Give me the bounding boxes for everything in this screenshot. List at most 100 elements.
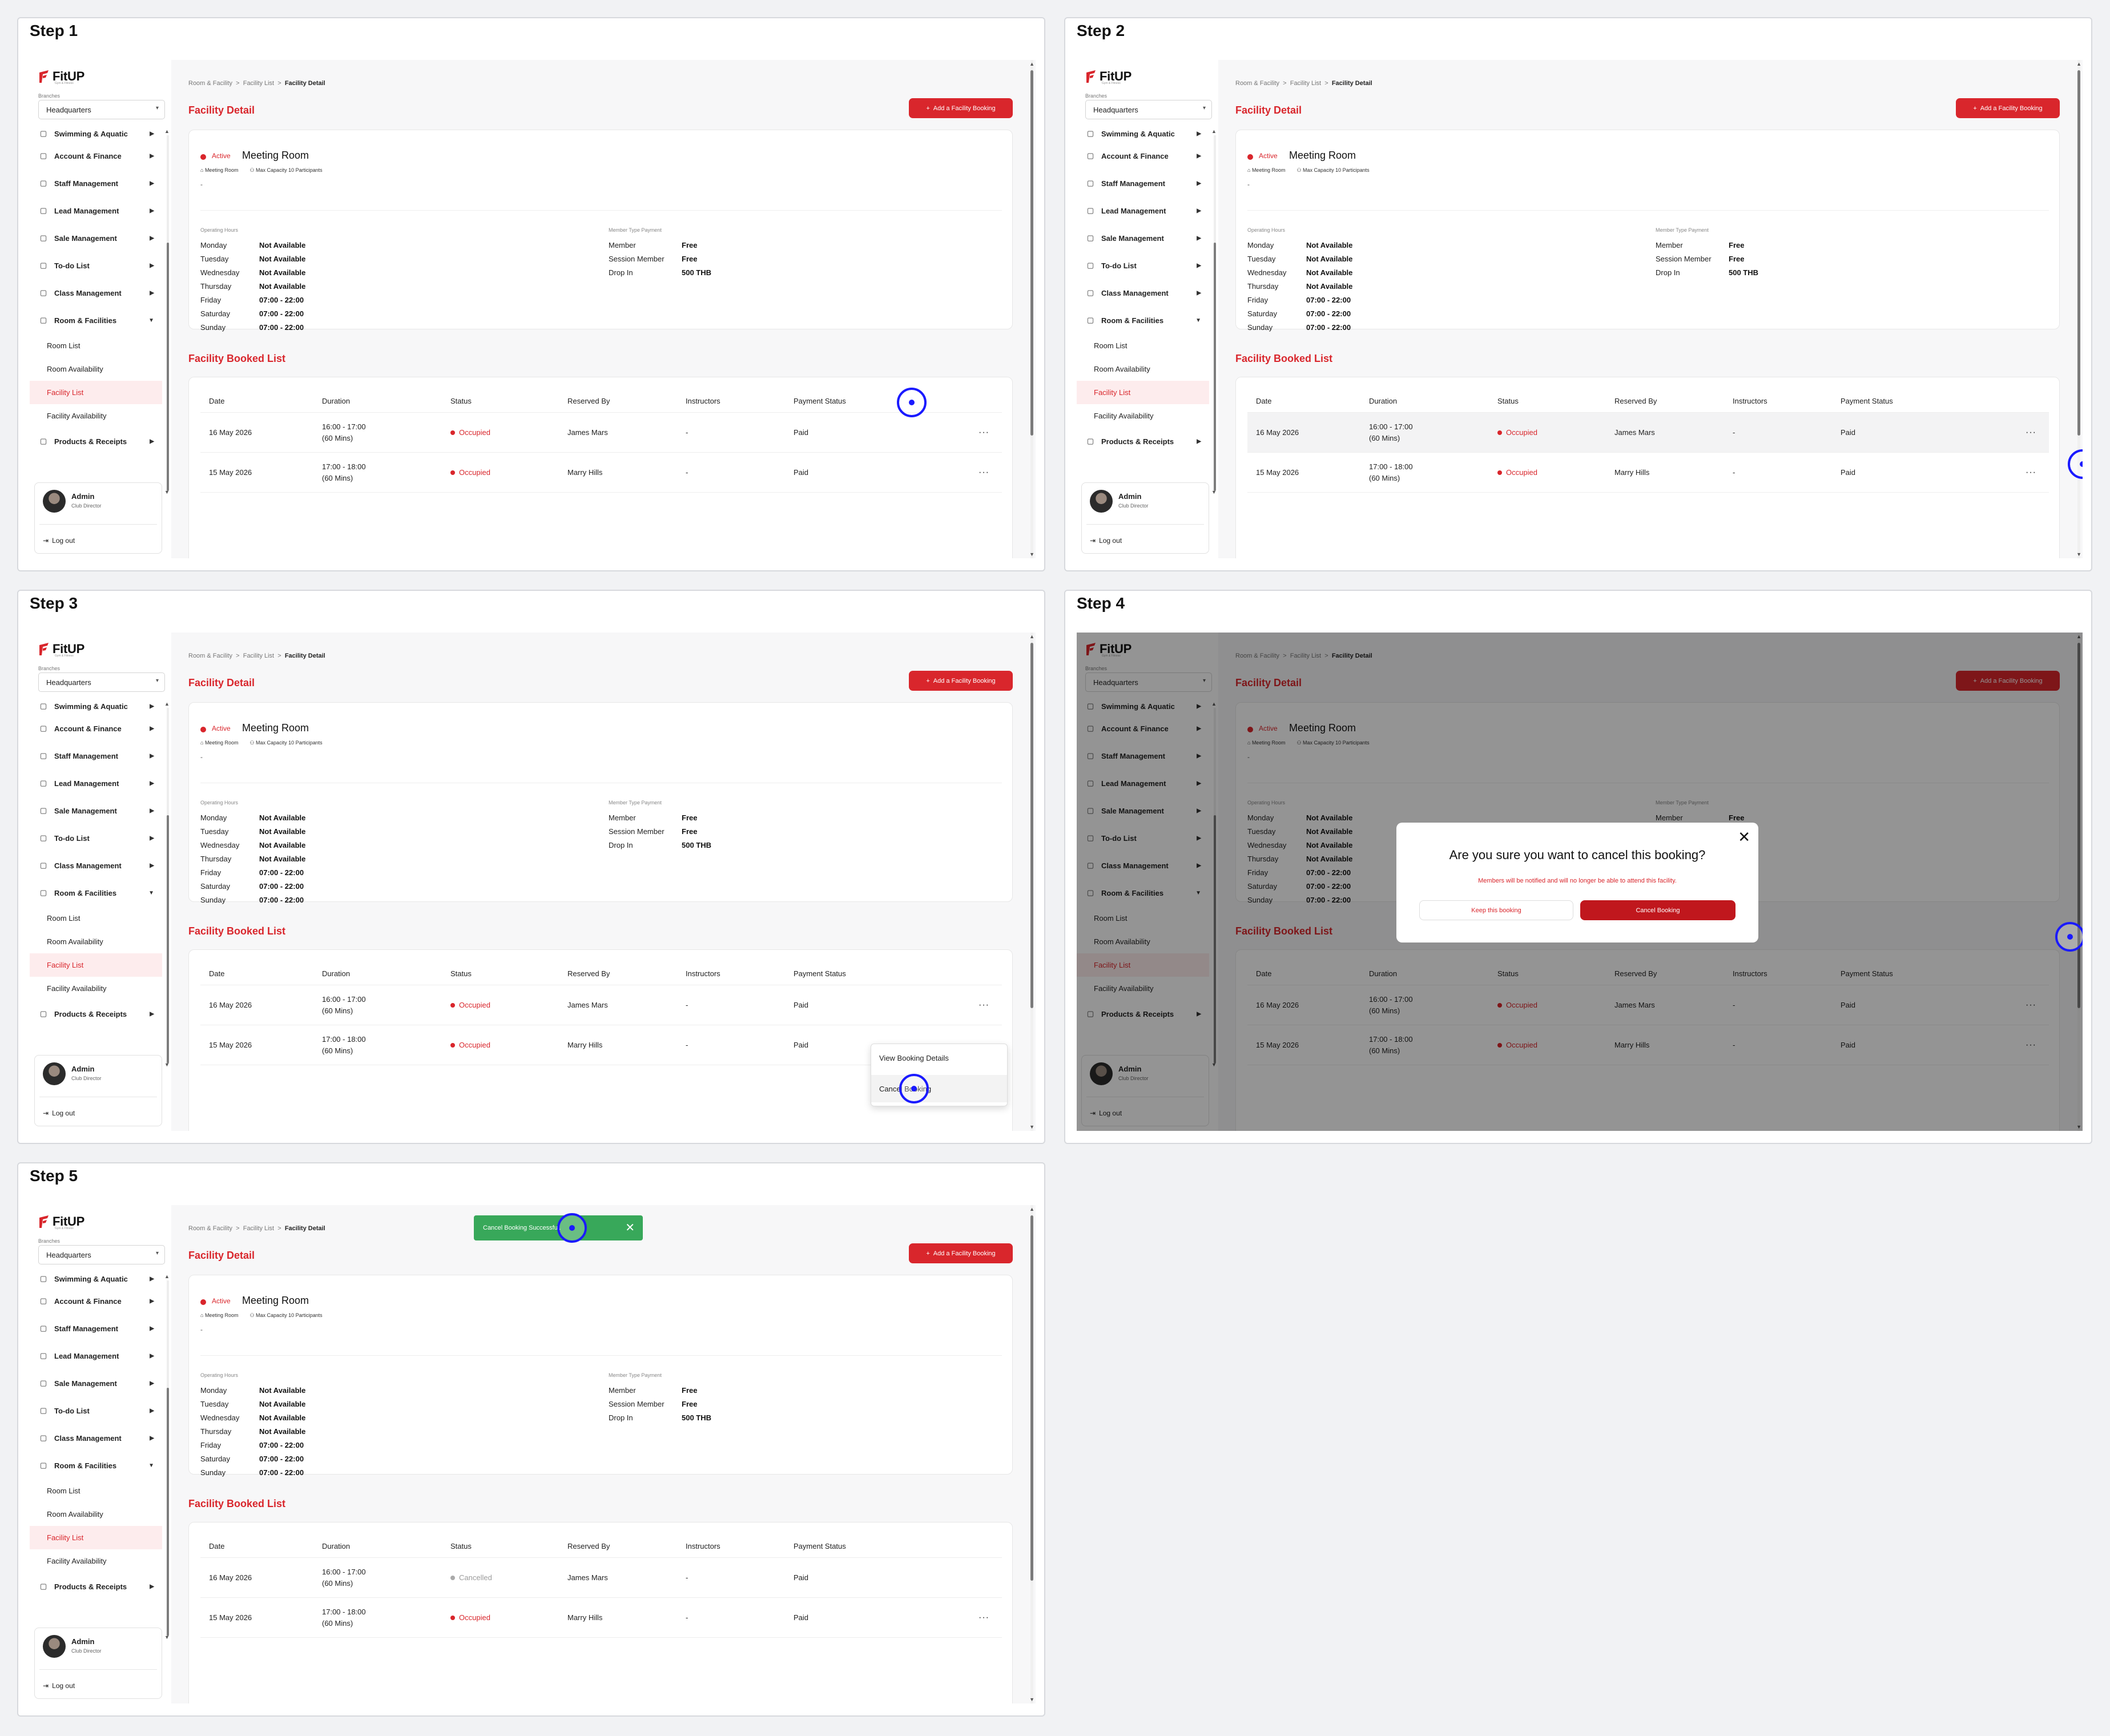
- branch-select[interactable]: Headquarters ▾: [38, 672, 165, 692]
- sidebar-item-class-management[interactable]: ▢ Class Management ▶: [30, 279, 162, 307]
- scroll-up-icon[interactable]: ▲: [1029, 61, 1034, 67]
- sidebar-item-class-management[interactable]: ▢ Class Management ▶: [30, 852, 162, 879]
- more-options-icon[interactable]: ···: [953, 468, 1002, 478]
- scroll-down-icon[interactable]: ▼: [1029, 1124, 1034, 1130]
- view-booking-details-option[interactable]: View Booking Details: [871, 1044, 1007, 1072]
- sidebar-subitem-facility-availability[interactable]: Facility Availability: [30, 977, 162, 1000]
- sidebar-scrollbar-thumb[interactable]: [1214, 243, 1216, 491]
- sidebar-subitem-facility-list[interactable]: Facility List: [30, 381, 162, 404]
- sidebar-subitem-facility-list[interactable]: Facility List: [30, 953, 162, 977]
- breadcrumb-room-facility[interactable]: Room & Facility: [188, 652, 232, 659]
- scroll-up-icon[interactable]: ▲: [1029, 634, 1034, 639]
- content-scrollbar-thumb[interactable]: [1030, 643, 1033, 1008]
- sidebar-item-to-do-list[interactable]: ▢ To-do List ▶: [1077, 252, 1209, 279]
- sidebar-subitem-room-availability[interactable]: Room Availability: [1077, 357, 1209, 381]
- breadcrumb-room-facility[interactable]: Room & Facility: [188, 1225, 232, 1232]
- more-options-icon[interactable]: ···: [2000, 428, 2049, 438]
- sidebar-subitem-facility-availability[interactable]: Facility Availability: [30, 1549, 162, 1573]
- scroll-down-icon[interactable]: ▼: [1029, 551, 1034, 557]
- branch-select[interactable]: Headquarters ▾: [1085, 100, 1212, 119]
- branch-select[interactable]: Headquarters ▾: [38, 100, 165, 119]
- sidebar-item-sale-management[interactable]: ▢ Sale Management ▶: [30, 797, 162, 824]
- sidebar-item-sale-management[interactable]: ▢ Sale Management ▶: [30, 224, 162, 252]
- sidebar-item-products-receipts[interactable]: ▢ Products & Receipts ▶: [30, 1573, 162, 1600]
- more-options-icon[interactable]: ···: [953, 1613, 1002, 1623]
- scroll-down-icon[interactable]: ▼: [1211, 489, 1217, 495]
- more-options-icon[interactable]: ···: [2000, 468, 2049, 478]
- content-scrollbar-thumb[interactable]: [2077, 70, 2080, 436]
- sidebar-item-swimming-aquatic[interactable]: ▢ Swimming & Aquatic ▶: [30, 698, 162, 715]
- logout-button[interactable]: ⇥ Log out: [43, 1109, 75, 1117]
- content-scrollbar-thumb[interactable]: [1030, 70, 1033, 436]
- logout-button[interactable]: ⇥ Log out: [43, 1682, 75, 1690]
- sidebar-item-sale-management[interactable]: ▢ Sale Management ▶: [30, 1370, 162, 1397]
- sidebar-subitem-room-availability[interactable]: Room Availability: [30, 930, 162, 953]
- scroll-down-icon[interactable]: ▼: [164, 489, 170, 495]
- sidebar-item-staff-management[interactable]: ▢ Staff Management ▶: [30, 170, 162, 197]
- sidebar-subitem-facility-list[interactable]: Facility List: [1077, 381, 1209, 404]
- toast-close-icon[interactable]: ✕: [625, 1221, 635, 1235]
- sidebar-item-lead-management[interactable]: ▢ Lead Management ▶: [1077, 197, 1209, 224]
- sidebar-item-account-finance[interactable]: ▢ Account & Finance ▶: [30, 1287, 162, 1315]
- breadcrumb-facility-list[interactable]: Facility List: [243, 80, 274, 87]
- sidebar-subitem-room-availability[interactable]: Room Availability: [30, 357, 162, 381]
- sidebar-item-sale-management[interactable]: ▢ Sale Management ▶: [1077, 224, 1209, 252]
- sidebar-item-to-do-list[interactable]: ▢ To-do List ▶: [30, 1397, 162, 1424]
- breadcrumb-facility-list[interactable]: Facility List: [1290, 80, 1321, 87]
- breadcrumb-facility-list[interactable]: Facility List: [243, 652, 274, 659]
- sidebar-item-account-finance[interactable]: ▢ Account & Finance ▶: [30, 715, 162, 742]
- sidebar-item-class-management[interactable]: ▢ Class Management ▶: [1077, 279, 1209, 307]
- sidebar-item-lead-management[interactable]: ▢ Lead Management ▶: [30, 770, 162, 797]
- logout-button[interactable]: ⇥ Log out: [43, 537, 75, 545]
- sidebar-subitem-room-list[interactable]: Room List: [30, 1479, 162, 1503]
- sidebar-subitem-room-list[interactable]: Room List: [30, 334, 162, 357]
- scroll-up-icon[interactable]: ▲: [1211, 128, 1217, 134]
- sidebar-item-products-receipts[interactable]: ▢ Products & Receipts ▶: [30, 428, 162, 455]
- sidebar-item-lead-management[interactable]: ▢ Lead Management ▶: [30, 197, 162, 224]
- add-facility-booking-button[interactable]: + Add a Facility Booking: [1956, 98, 2060, 118]
- more-options-icon[interactable]: ···: [953, 428, 1002, 438]
- sidebar-subitem-facility-availability[interactable]: Facility Availability: [1077, 404, 1209, 428]
- sidebar-item-staff-management[interactable]: ▢ Staff Management ▶: [1077, 170, 1209, 197]
- more-options-icon[interactable]: ···: [953, 1000, 1002, 1010]
- scroll-down-icon[interactable]: ▼: [164, 1634, 170, 1640]
- sidebar-item-swimming-aquatic[interactable]: ▢ Swimming & Aquatic ▶: [1077, 125, 1209, 142]
- breadcrumb-room-facility[interactable]: Room & Facility: [188, 80, 232, 87]
- add-facility-booking-button[interactable]: + Add a Facility Booking: [909, 671, 1013, 691]
- sidebar-subitem-room-availability[interactable]: Room Availability: [30, 1503, 162, 1526]
- sidebar-item-lead-management[interactable]: ▢ Lead Management ▶: [30, 1342, 162, 1370]
- breadcrumb-room-facility[interactable]: Room & Facility: [1235, 80, 1279, 87]
- close-icon[interactable]: ✕: [1738, 828, 1750, 846]
- scroll-up-icon[interactable]: ▲: [164, 128, 170, 134]
- sidebar-item-class-management[interactable]: ▢ Class Management ▶: [30, 1424, 162, 1452]
- sidebar-item-to-do-list[interactable]: ▢ To-do List ▶: [30, 252, 162, 279]
- sidebar-subitem-facility-availability[interactable]: Facility Availability: [30, 404, 162, 428]
- keep-booking-button[interactable]: Keep this booking: [1419, 900, 1573, 920]
- sidebar-item-room-facilities[interactable]: ▢ Room & Facilities ▼: [30, 307, 162, 334]
- sidebar-item-swimming-aquatic[interactable]: ▢ Swimming & Aquatic ▶: [30, 125, 162, 142]
- confirm-cancel-booking-button[interactable]: Cancel Booking: [1580, 900, 1735, 920]
- sidebar-scrollbar-thumb[interactable]: [167, 815, 169, 1064]
- add-facility-booking-button[interactable]: + Add a Facility Booking: [909, 98, 1013, 118]
- scroll-up-icon[interactable]: ▲: [164, 701, 170, 707]
- sidebar-item-room-facilities[interactable]: ▢ Room & Facilities ▼: [1077, 307, 1209, 334]
- scroll-down-icon[interactable]: ▼: [164, 1062, 170, 1068]
- scroll-down-icon[interactable]: ▼: [2076, 551, 2081, 557]
- breadcrumb-facility-list[interactable]: Facility List: [243, 1225, 274, 1232]
- sidebar-item-room-facilities[interactable]: ▢ Room & Facilities ▼: [30, 1452, 162, 1479]
- scroll-down-icon[interactable]: ▼: [1029, 1697, 1034, 1702]
- sidebar-item-account-finance[interactable]: ▢ Account & Finance ▶: [30, 142, 162, 170]
- sidebar-item-staff-management[interactable]: ▢ Staff Management ▶: [30, 1315, 162, 1342]
- add-facility-booking-button[interactable]: + Add a Facility Booking: [909, 1243, 1013, 1263]
- scroll-up-icon[interactable]: ▲: [164, 1274, 170, 1279]
- sidebar-item-room-facilities[interactable]: ▢ Room & Facilities ▼: [30, 879, 162, 907]
- logout-button[interactable]: ⇥ Log out: [1090, 537, 1122, 545]
- sidebar-item-to-do-list[interactable]: ▢ To-do List ▶: [30, 824, 162, 852]
- sidebar-scrollbar-thumb[interactable]: [167, 243, 169, 491]
- sidebar-item-products-receipts[interactable]: ▢ Products & Receipts ▶: [30, 1000, 162, 1028]
- content-scrollbar-thumb[interactable]: [1030, 1215, 1033, 1581]
- cancel-booking-option[interactable]: Cancel Booking: [871, 1075, 1007, 1102]
- sidebar-scrollbar-thumb[interactable]: [167, 1388, 169, 1636]
- sidebar-item-swimming-aquatic[interactable]: ▢ Swimming & Aquatic ▶: [30, 1270, 162, 1287]
- sidebar-item-account-finance[interactable]: ▢ Account & Finance ▶: [1077, 142, 1209, 170]
